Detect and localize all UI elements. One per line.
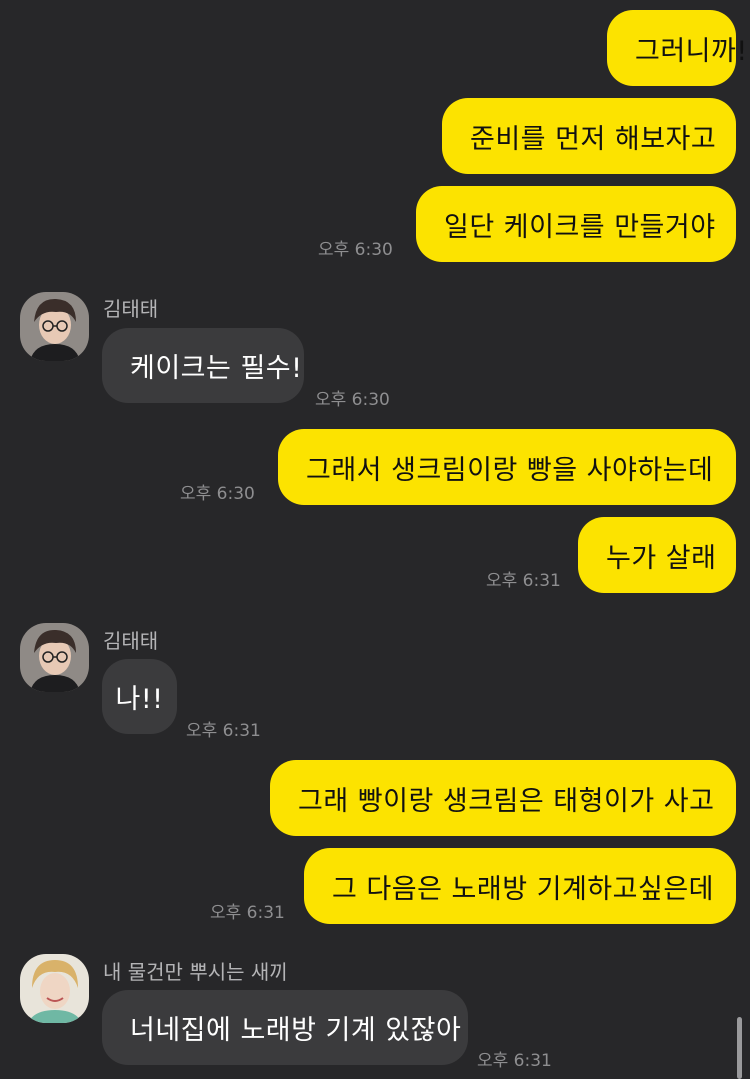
profile-avatar[interactable] xyxy=(20,623,89,692)
person-photo-icon xyxy=(20,292,89,361)
my-message-bubble[interactable]: 그래서 생크림이랑 빵을 사야하는데 xyxy=(278,429,736,505)
message-timestamp: 오후 6:31 xyxy=(477,1051,552,1071)
message-timestamp: 오후 6:31 xyxy=(186,721,261,741)
my-message-bubble[interactable]: 일단 케이크를 만들거야 xyxy=(416,186,736,262)
sender-name: 내 물건만 뿌시는 새끼 xyxy=(103,960,288,984)
my-message-bubble[interactable]: 누가 살래 xyxy=(578,517,736,593)
their-message-bubble[interactable]: 나!! xyxy=(102,659,177,734)
profile-avatar[interactable] xyxy=(20,954,89,1023)
message-timestamp: 오후 6:30 xyxy=(318,240,393,260)
my-message-bubble[interactable]: 준비를 먼저 해보자고 xyxy=(442,98,736,174)
sender-name: 김태태 xyxy=(103,297,159,321)
message-timestamp: 오후 6:30 xyxy=(180,484,255,504)
my-message-bubble[interactable]: 그러니까! xyxy=(607,10,747,86)
scrollbar[interactable] xyxy=(737,1017,742,1079)
their-message-bubble[interactable]: 너네집에 노래방 기계 있잖아 xyxy=(102,990,468,1065)
person-photo-icon xyxy=(20,954,89,1023)
message-timestamp: 오후 6:31 xyxy=(486,571,561,591)
my-message-bubble[interactable]: 그 다음은 노래방 기계하고싶은데 xyxy=(304,848,736,924)
profile-avatar[interactable] xyxy=(20,292,89,361)
sender-name: 김태태 xyxy=(103,629,159,653)
message-timestamp: 오후 6:31 xyxy=(210,903,285,923)
chat-view[interactable]: 그러니까! 준비를 먼저 해보자고 일단 케이크를 만들거야 오후 6:30 김… xyxy=(0,0,750,1079)
message-timestamp: 오후 6:30 xyxy=(315,390,390,410)
person-photo-icon xyxy=(20,623,89,692)
their-message-bubble[interactable]: 케이크는 필수! xyxy=(102,328,304,403)
my-message-bubble[interactable]: 그래 빵이랑 생크림은 태형이가 사고 xyxy=(270,760,736,836)
